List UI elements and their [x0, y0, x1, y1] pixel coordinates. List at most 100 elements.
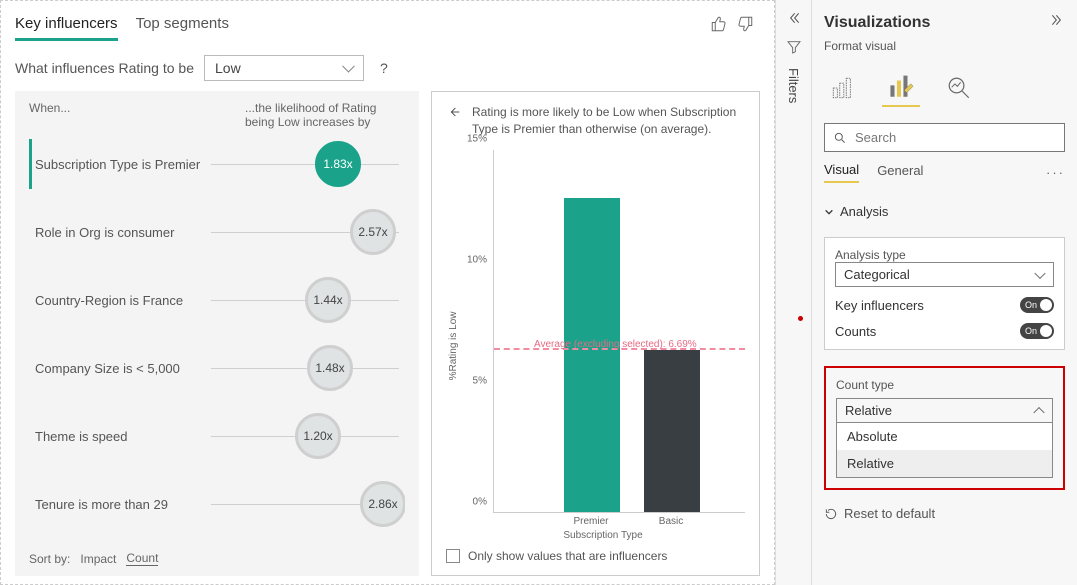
influencer-bubble: 2.86x [360, 481, 405, 527]
x-category-label: Basic [659, 516, 683, 527]
format-visual-icon[interactable] [882, 69, 920, 107]
y-tick: 15% [467, 133, 487, 144]
y-tick: 5% [473, 375, 487, 386]
sort-impact[interactable]: Impact [80, 552, 116, 566]
reset-label: Reset to default [844, 506, 935, 521]
visual-body: When... ...the likelihood of Rating bein… [15, 91, 760, 576]
question-row: What influences Rating to be Low ? [15, 41, 760, 91]
influencer-bubble: 1.20x [295, 413, 341, 459]
counts-toggle-label: Counts [835, 324, 876, 339]
influencers-list: Subscription Type is Premier1.83x Role in… [29, 139, 405, 539]
visual-header-row: Key influencers Top segments [15, 9, 760, 41]
analytics-icon[interactable] [940, 69, 978, 107]
count-type-dropdown-list: Absolute Relative [836, 422, 1053, 478]
count-type-option-absolute[interactable]: Absolute [837, 423, 1052, 450]
influencer-item[interactable]: Tenure is more than 29 2.86x [29, 479, 405, 529]
visual-tabs: Key influencers Top segments [15, 9, 229, 41]
influencer-bubble-track: 1.83x [205, 139, 405, 189]
tab-visual[interactable]: Visual [824, 162, 859, 183]
count-type-option-relative[interactable]: Relative [837, 450, 1052, 477]
y-tick: 10% [467, 254, 487, 265]
key-influencers-toggle-label: Key influencers [835, 298, 924, 313]
search-icon [833, 131, 847, 145]
influencer-label: Role in Org is consumer [35, 225, 205, 240]
influencer-item[interactable]: Company Size is < 5,000 1.48x [29, 343, 405, 393]
chart-xlabel: Subscription Type [563, 530, 642, 541]
chart-bar [564, 198, 620, 512]
question-prefix: What influences Rating to be [15, 60, 194, 76]
sort-count[interactable]: Count [126, 551, 158, 566]
influencer-bubble: 1.48x [307, 345, 353, 391]
influencer-bubble-track: 1.48x [205, 343, 405, 393]
influencer-label: Country-Region is France [35, 293, 205, 308]
analysis-section-header[interactable]: Analysis [824, 194, 1065, 219]
analysis-type-label: Analysis type [835, 248, 1054, 262]
chart-body: %Rating is Low 0%5%10%15% Average (exclu… [446, 150, 745, 541]
sort-row: Sort by: Impact Count [29, 539, 405, 566]
count-type-highlight-box: Count type Relative Absolute Relative [824, 366, 1065, 490]
only-influencers-label: Only show values that are influencers [468, 549, 667, 563]
filters-label: Filters [786, 68, 801, 103]
back-arrow-icon[interactable] [446, 104, 462, 123]
influencer-bubble-track: 1.20x [205, 411, 405, 461]
average-line-label: Average (excluding selected): 6.69% [534, 339, 697, 350]
filters-pane-collapsed[interactable]: Filters [775, 0, 811, 585]
influencer-bubble: 1.44x [305, 277, 351, 323]
average-line: Average (excluding selected): 6.69% [494, 348, 745, 350]
analysis-type-select[interactable]: Categorical [835, 262, 1054, 287]
analysis-type-group: Analysis type Categorical [835, 248, 1054, 287]
format-mode-row [824, 63, 1065, 113]
build-visual-icon[interactable] [824, 69, 862, 107]
reset-to-default[interactable]: Reset to default [824, 500, 1065, 521]
format-tabs: Visual General ··· [824, 162, 1065, 184]
tab-top-segments[interactable]: Top segments [136, 15, 229, 41]
influencer-item[interactable]: Role in Org is consumer 2.57x [29, 207, 405, 257]
counts-toggle-row: Counts On [835, 323, 1054, 339]
influencer-label: Tenure is more than 29 [35, 497, 205, 512]
expand-filters-icon[interactable] [786, 10, 802, 29]
counts-toggle[interactable]: On [1020, 323, 1054, 339]
search-input[interactable]: Search [824, 123, 1065, 152]
influencers-panel: When... ...the likelihood of Rating bein… [15, 91, 419, 576]
influencer-label: Theme is speed [35, 429, 205, 444]
influencer-label: Company Size is < 5,000 [35, 361, 205, 376]
only-influencers-checkbox[interactable] [446, 549, 460, 563]
pane-title: Visualizations [824, 14, 930, 32]
thumb-up-icon[interactable] [710, 15, 728, 36]
chart-title: Rating is more likely to be Low when Sub… [472, 104, 745, 138]
search-placeholder: Search [855, 130, 896, 145]
thumb-down-icon[interactable] [736, 15, 754, 36]
influencers-headers: When... ...the likelihood of Rating bein… [29, 101, 405, 129]
tab-key-influencers[interactable]: Key influencers [15, 15, 118, 41]
analysis-section-label: Analysis [840, 204, 888, 219]
visualizations-pane: Visualizations Format visual Search Visu… [811, 0, 1077, 585]
influencer-item[interactable]: Country-Region is France 1.44x [29, 275, 405, 325]
x-category-label: Premier [573, 516, 608, 527]
influencer-item[interactable]: Subscription Type is Premier1.83x [29, 139, 405, 189]
target-value-dropdown[interactable]: Low [204, 55, 364, 81]
influencer-bubble-track: 2.57x [205, 207, 405, 257]
feedback-thumbs [710, 15, 760, 36]
tab-general[interactable]: General [877, 163, 923, 182]
more-options-icon[interactable]: ··· [1046, 165, 1065, 180]
influencer-bubble-track: 2.86x [205, 479, 405, 529]
influencer-item[interactable]: Theme is speed 1.20x [29, 411, 405, 461]
influencer-bubble: 1.83x [315, 141, 361, 187]
key-influencers-toggle[interactable]: On [1020, 297, 1054, 313]
chevron-down-icon [824, 207, 834, 217]
chart-plot: 0%5%10%15% Average (excluding selected):… [461, 150, 745, 541]
y-tick: 0% [473, 497, 487, 508]
count-type-label: Count type [836, 378, 1053, 392]
key-influencers-toggle-row: Key influencers On [835, 297, 1054, 313]
chart-bar [644, 350, 700, 512]
count-type-select[interactable]: Relative [836, 398, 1053, 423]
chart-ylabel: %Rating is Low [446, 150, 461, 541]
key-influencers-visual: Key influencers Top segments What influe… [0, 0, 775, 585]
collapse-pane-icon[interactable] [1049, 12, 1065, 33]
laser-pointer-dot [798, 316, 803, 321]
help-icon[interactable]: ? [380, 60, 388, 76]
influencer-bubble: 2.57x [350, 209, 396, 255]
chart-header: Rating is more likely to be Low when Sub… [446, 104, 745, 138]
analysis-settings-block: Analysis type Categorical Key influencer… [824, 237, 1065, 350]
chart-card: Rating is more likely to be Low when Sub… [431, 91, 760, 576]
